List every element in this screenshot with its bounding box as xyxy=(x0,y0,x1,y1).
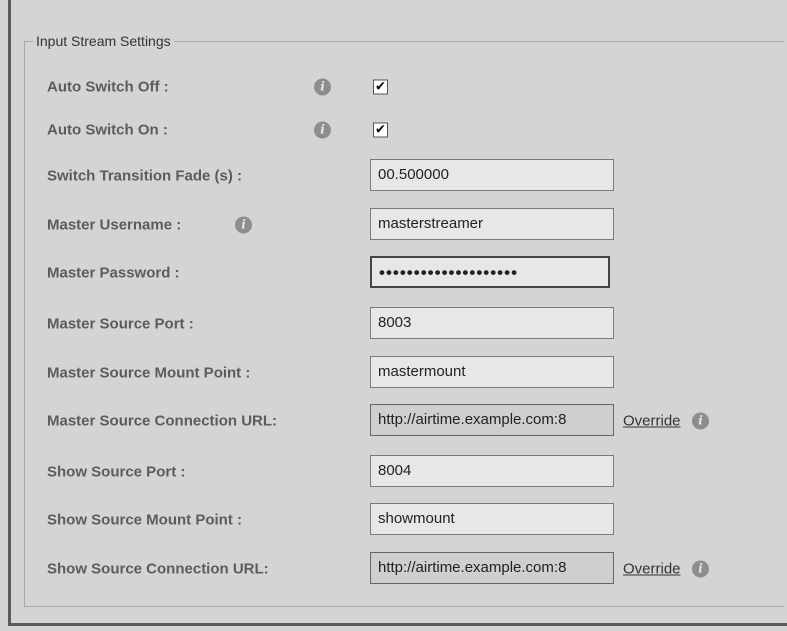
master-mount-row: Master Source Mount Point : mastermount xyxy=(47,356,777,390)
show-url-row: Show Source Connection URL: http://airti… xyxy=(47,552,777,586)
auto-switch-on-checkbox[interactable]: ✔ xyxy=(373,122,388,138)
master-username-row: Master Username : i masterstreamer xyxy=(47,208,777,242)
switch-fade-label: Switch Transition Fade (s) : xyxy=(47,167,243,185)
info-icon[interactable]: i xyxy=(235,216,252,234)
info-icon[interactable]: i xyxy=(692,560,709,578)
auto-switch-off-checkbox[interactable]: ✔ xyxy=(373,79,388,95)
show-url-field: http://airtime.example.com:8 xyxy=(370,552,614,584)
show-mount-input[interactable]: showmount xyxy=(370,503,614,535)
master-password-input[interactable]: •••••••••••••••••••• xyxy=(370,256,610,288)
switch-fade-row: Switch Transition Fade (s) : 00.500000 xyxy=(47,159,777,193)
master-url-row: Master Source Connection URL: http://air… xyxy=(47,404,777,438)
master-url-override-link[interactable]: Override xyxy=(623,413,681,430)
show-port-row: Show Source Port : 8004 xyxy=(47,455,777,489)
show-mount-row: Show Source Mount Point : showmount xyxy=(47,503,777,537)
show-url-label: Show Source Connection URL: xyxy=(47,560,269,578)
master-password-label: Master Password : xyxy=(47,264,180,282)
auto-switch-off-row: Auto Switch Off : i ✔ xyxy=(47,70,777,104)
auto-switch-on-row: Auto Switch On : i ✔ xyxy=(47,113,777,147)
master-url-label: Master Source Connection URL: xyxy=(47,412,278,430)
info-icon[interactable]: i xyxy=(314,78,331,96)
master-port-row: Master Source Port : 8003 xyxy=(47,307,777,341)
master-mount-input[interactable]: mastermount xyxy=(370,356,614,388)
show-port-input[interactable]: 8004 xyxy=(370,455,614,487)
master-url-field: http://airtime.example.com:8 xyxy=(370,404,614,436)
switch-fade-input[interactable]: 00.500000 xyxy=(370,159,614,191)
master-username-input[interactable]: masterstreamer xyxy=(370,208,614,240)
show-mount-label: Show Source Mount Point : xyxy=(47,511,242,529)
master-port-label: Master Source Port : xyxy=(47,315,194,333)
info-icon[interactable]: i xyxy=(692,412,709,430)
master-password-row: Master Password : •••••••••••••••••••• xyxy=(47,256,777,290)
auto-switch-off-label: Auto Switch Off : xyxy=(47,78,169,96)
show-port-label: Show Source Port : xyxy=(47,463,186,481)
fieldset-legend: Input Stream Settings xyxy=(33,32,174,50)
auto-switch-on-label: Auto Switch On : xyxy=(47,121,168,139)
show-url-override-link[interactable]: Override xyxy=(623,561,681,578)
info-icon[interactable]: i xyxy=(314,121,331,139)
master-username-label: Master Username : xyxy=(47,216,182,234)
master-port-input[interactable]: 8003 xyxy=(370,307,614,339)
master-mount-label: Master Source Mount Point : xyxy=(47,364,251,382)
